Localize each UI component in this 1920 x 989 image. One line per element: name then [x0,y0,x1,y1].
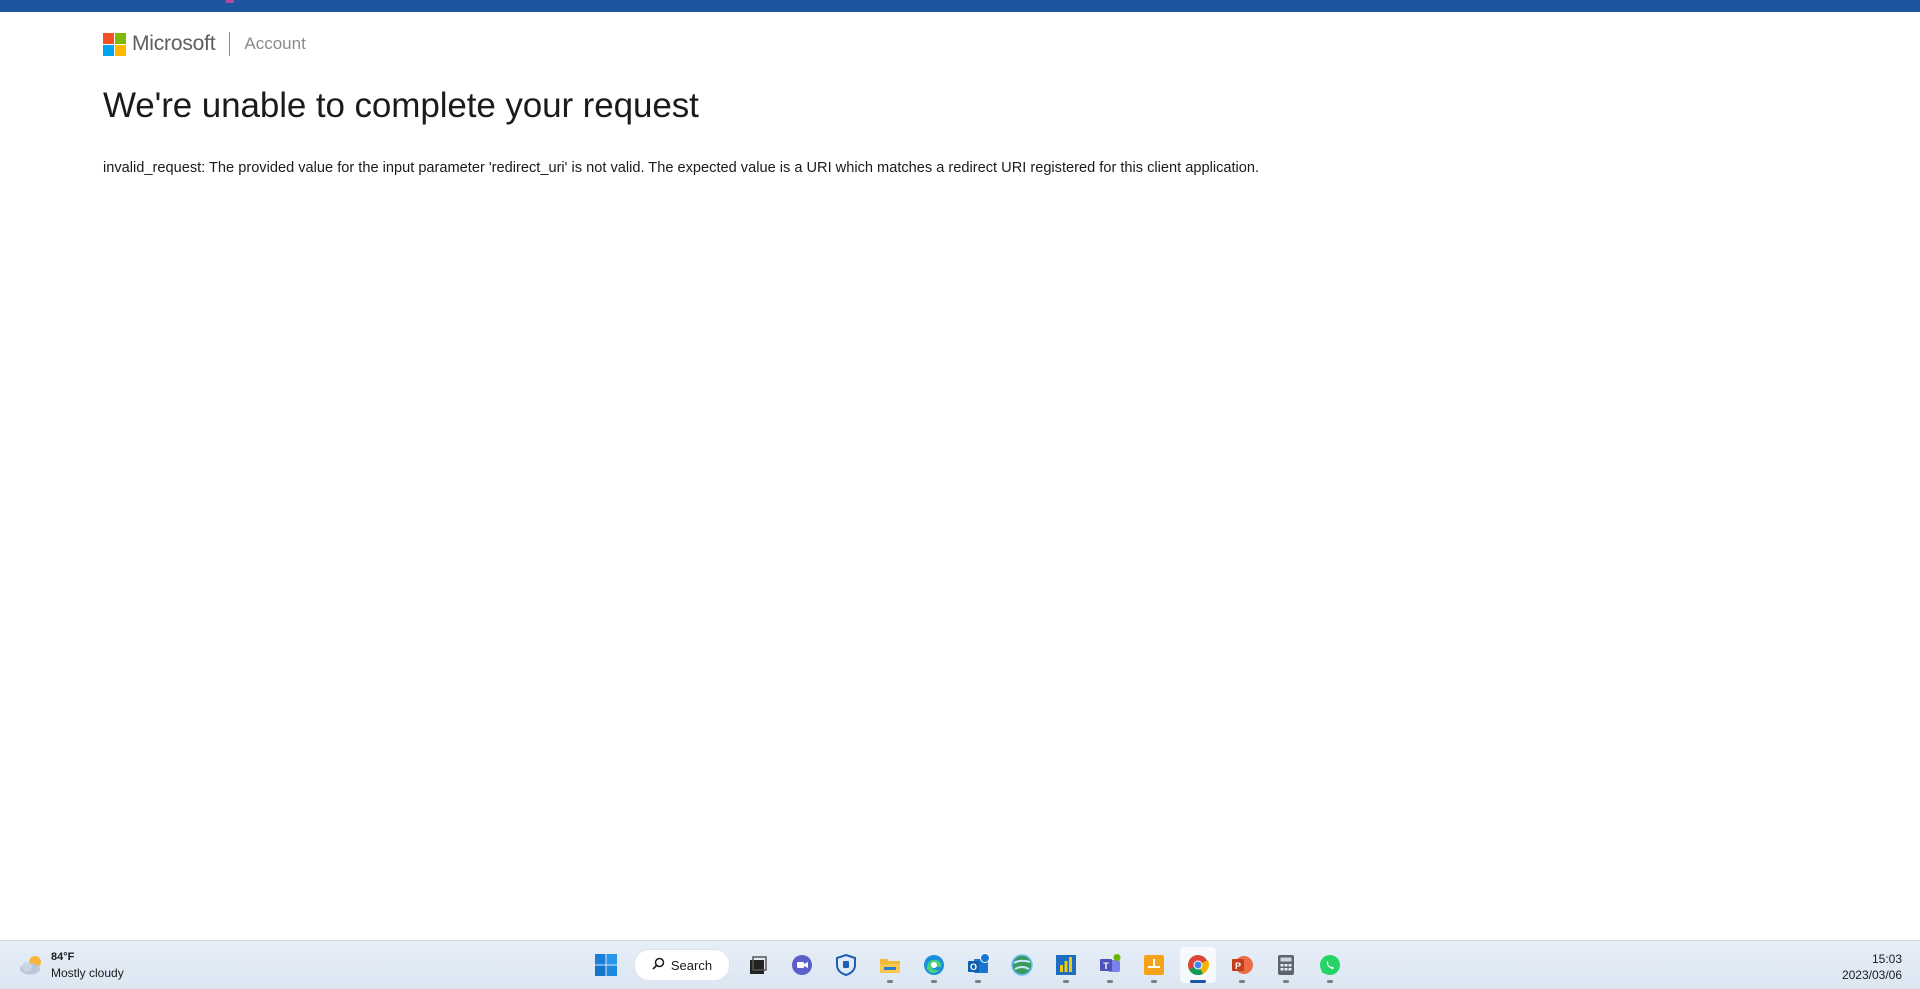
running-indicator [887,980,893,983]
weather-temperature: 84°F [51,951,75,963]
whatsapp-icon [1320,955,1340,975]
powerpoint-icon: P [1232,956,1253,974]
clock-time: 15:03 [1871,952,1902,966]
outlook-button[interactable]: O [960,947,996,983]
power-bi-button[interactable] [1048,947,1084,983]
cloudy-weather-icon [18,954,46,976]
svg-text:P: P [1235,961,1241,971]
taskbar-apps: Search O T P [584,947,1352,983]
running-indicator [1239,980,1245,983]
file-explorer-button[interactable] [872,947,908,983]
running-indicator [1107,980,1113,983]
running-indicator [1283,980,1289,983]
search-icon [652,957,665,973]
running-indicator [1063,980,1069,983]
microsoft-logo-icon [103,32,126,56]
task-view-button[interactable] [740,947,776,983]
edge-icon [924,955,944,975]
header-divider [229,32,231,56]
chrome-icon [1188,955,1209,976]
security-icon [836,953,856,977]
calculator-button[interactable] [1268,947,1304,983]
tab-accent [226,0,234,3]
security-button[interactable] [828,947,864,983]
calculator-icon [1278,955,1294,975]
running-indicator [1327,980,1333,983]
weather-condition: Mostly cloudy [51,966,124,980]
start-button[interactable] [588,947,624,983]
chat-button[interactable] [784,947,820,983]
network-globe-button[interactable] [1004,947,1040,983]
outlook-icon: O [968,953,990,973]
system-clock[interactable]: 15:03 2023/03/06 [1842,951,1902,983]
task-view-icon [750,956,767,974]
taskbar-search-button[interactable]: Search [634,949,730,981]
edge-button[interactable] [916,947,952,983]
power-bi-icon [1056,955,1076,975]
section-label: Account [244,34,306,53]
taskbar: 84°F Mostly cloudy Search O T P 15:03 20… [0,940,1920,989]
page-title: We're unable to complete your request [103,86,699,125]
running-indicator [975,980,981,983]
network-globe-icon [1011,954,1033,976]
teams-button[interactable]: T [1092,947,1128,983]
error-message: invalid_request: The provided value for … [103,160,1260,176]
file-explorer-icon [880,959,900,973]
brand-name: Microsoft [132,32,216,55]
chat-icon [792,955,812,975]
orange-app-button[interactable] [1136,947,1172,983]
teams-icon: T [1100,954,1121,972]
search-label: Search [670,957,713,973]
clock-date: 2023/03/06 [1841,968,1902,982]
browser-top-bar [0,0,1920,12]
start-icon [595,954,617,976]
whatsapp-button[interactable] [1312,947,1348,983]
running-indicator [1151,980,1157,983]
chrome-button[interactable] [1180,947,1216,983]
orange-app-icon [1144,955,1164,975]
svg-text:T: T [1103,961,1109,971]
active-indicator [1190,980,1206,983]
running-indicator [931,980,937,983]
powerpoint-button[interactable]: P [1224,947,1260,983]
svg-text:O: O [970,962,977,972]
weather-widget[interactable]: 84°F Mostly cloudy [18,949,124,981]
page-header: Microsoft Account [103,30,306,58]
